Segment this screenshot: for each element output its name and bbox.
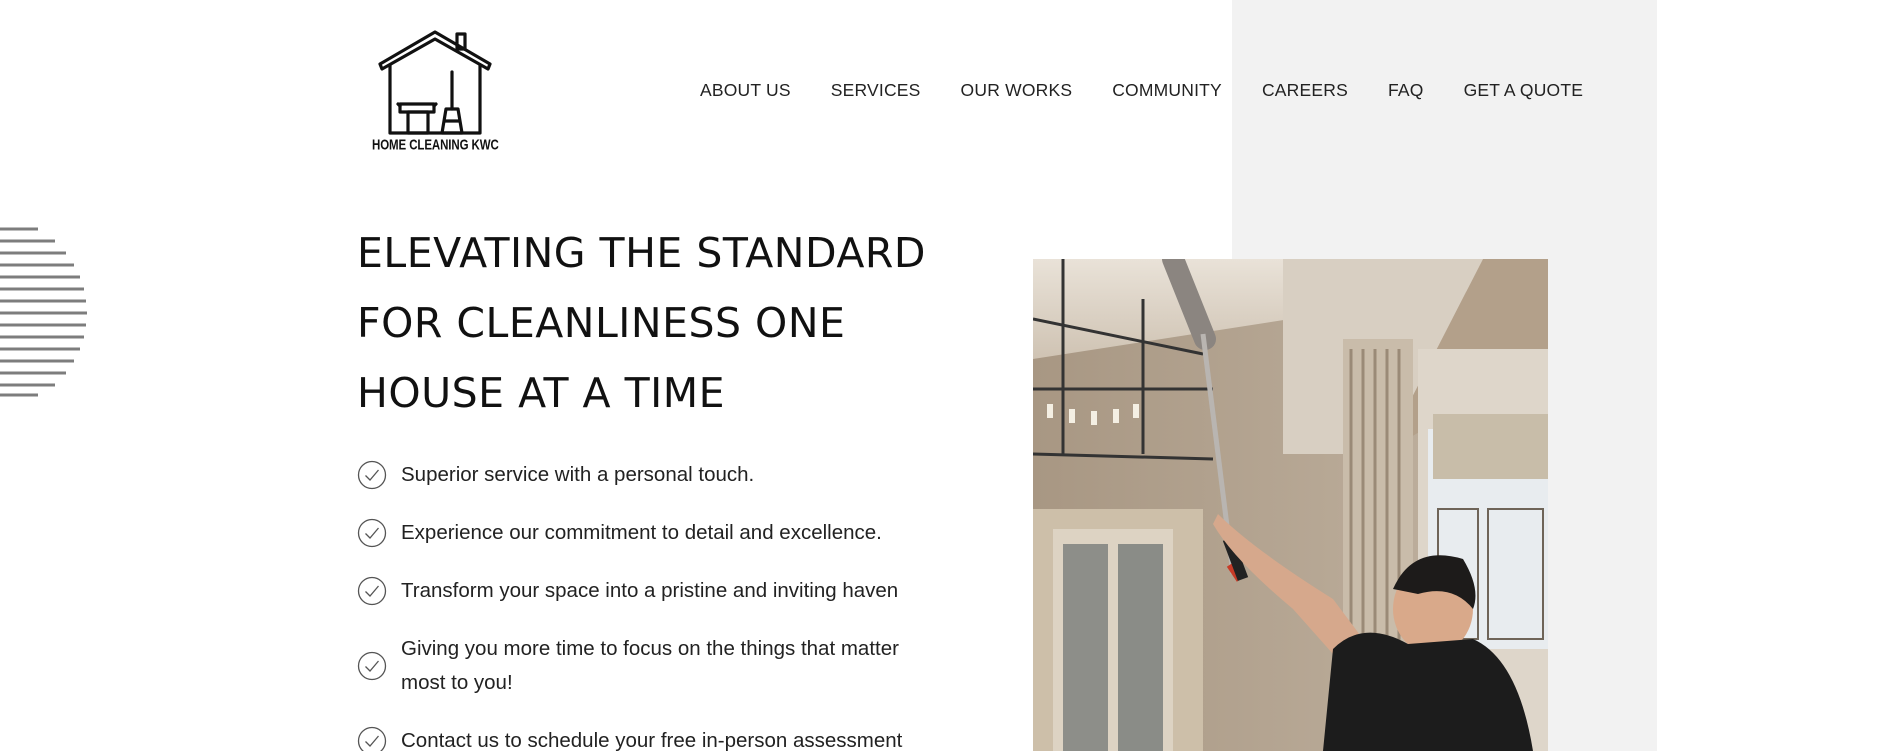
check-circle-icon [357,576,387,606]
nav-services[interactable]: SERVICES [831,80,921,101]
nav-about-us[interactable]: ABOUT US [700,80,791,101]
feature-text: Transform your space into a pristine and… [401,579,899,602]
feature-text: Contact us to schedule your free in-pers… [401,729,903,751]
feature-item: Experience our commitment to detail and … [357,516,917,550]
feature-text: Experience our commitment to detail and … [401,521,882,544]
site-logo[interactable]: HOME CLEANING KWC [372,26,499,160]
hero-title-line: HOUSE AT A TIME [357,369,726,417]
feature-item: Contact us to schedule your free in-pers… [357,724,917,751]
decorative-striped-circle [0,227,87,397]
nav-faq[interactable]: FAQ [1388,80,1424,101]
nav-get-a-quote[interactable]: GET A QUOTE [1464,80,1584,101]
nav-careers[interactable]: CAREERS [1262,80,1348,101]
nav-our-works[interactable]: OUR WORKS [961,80,1073,101]
feature-list: Superior service with a personal touch. … [357,458,917,751]
hero-title-line: FOR CLEANLINESS ONE [357,299,846,347]
house-cleaning-logo-icon [378,30,492,135]
feature-item: Transform your space into a pristine and… [357,574,917,608]
check-circle-icon [357,460,387,490]
feature-text: Superior service with a personal touch. [401,463,755,486]
feature-text: Giving you more time to focus on the thi… [401,637,899,694]
hero-photo [1033,259,1548,751]
check-circle-icon [357,726,387,751]
check-circle-icon [357,518,387,548]
hero-title: ELEVATING THE STANDARD FOR CLEANLINESS O… [357,218,957,428]
check-circle-icon [357,651,387,681]
nav-community[interactable]: COMMUNITY [1112,80,1222,101]
main-nav: ABOUT US SERVICES OUR WORKS COMMUNITY CA… [700,80,1583,101]
feature-item: Superior service with a personal touch. [357,458,917,492]
hero-title-line: ELEVATING THE STANDARD [357,229,926,277]
logo-text: HOME CLEANING KWC [372,138,499,153]
feature-item: Giving you more time to focus on the thi… [357,632,917,700]
